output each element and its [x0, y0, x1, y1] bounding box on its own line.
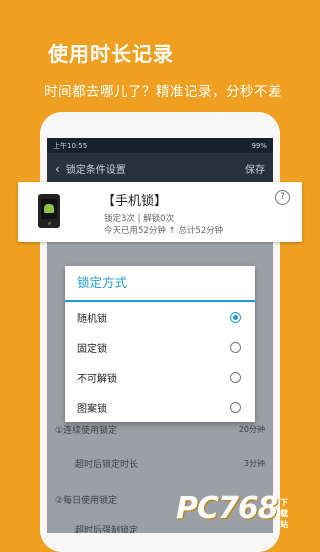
radio-button[interactable]: [230, 401, 241, 413]
promo-headline: 使用时长记录: [48, 42, 174, 66]
dialog-title: 锁定方式: [65, 266, 255, 302]
option-random-lock[interactable]: 随机锁: [65, 302, 255, 332]
bg-row-value: 3分钟: [243, 458, 265, 468]
status-bar: 上午10:55 99%: [47, 138, 273, 153]
android-phone-icon: [38, 194, 60, 228]
option-label: 不可解锁: [77, 373, 117, 385]
option-no-unlock[interactable]: 不可解锁: [65, 362, 255, 392]
battery-level: 99%: [251, 141, 267, 150]
watermark-logo: PC768 下载站: [176, 491, 288, 529]
radio-button[interactable]: [230, 371, 241, 383]
bg-row-label: 超时后锁定时长: [75, 459, 139, 470]
lock-stats: 锁定3次 | 解锁0次: [104, 214, 175, 224]
bg-row-value: 20分钟: [238, 424, 265, 434]
bg-row-lock-duration: 超时后锁定时长 3分钟: [47, 448, 273, 478]
usage-today: 今天已用52分钟 ↑ 总计52分钟: [104, 226, 224, 236]
radio-button[interactable]: [230, 311, 241, 323]
lock-mode-dialog: 锁定方式 随机锁 固定锁 不可解锁 图案锁: [65, 266, 255, 422]
option-pattern-lock[interactable]: 图案锁: [65, 392, 255, 422]
app-bar: ‹ 锁定条件设置 保存: [47, 153, 273, 184]
page-title: 锁定条件设置: [65, 165, 126, 176]
bg-row-label: ①连续使用锁定: [55, 425, 118, 436]
option-label: 随机锁: [77, 313, 107, 325]
app-name: 【手机锁】: [102, 194, 168, 209]
help-icon[interactable]: ?: [275, 190, 290, 205]
bg-row-label: 超时后强制锁定: [75, 525, 139, 534]
save-button[interactable]: 保存: [245, 161, 265, 176]
option-label: 图案锁: [77, 403, 107, 415]
promo-subtitle: 时间都去哪儿了？精准记录，分秒不差: [44, 84, 282, 100]
option-fixed-lock[interactable]: 固定锁: [65, 332, 255, 362]
chevron-left-icon[interactable]: ‹: [55, 162, 60, 176]
app-card: 【手机锁】 锁定3次 | 解锁0次 今天已用52分钟 ↑ 总计52分钟 ?: [18, 182, 302, 242]
radio-button[interactable]: [230, 341, 241, 353]
status-time: 上午10:55: [53, 141, 88, 150]
bg-row-label: ②每日使用锁定: [55, 495, 118, 506]
option-label: 固定锁: [77, 343, 107, 355]
